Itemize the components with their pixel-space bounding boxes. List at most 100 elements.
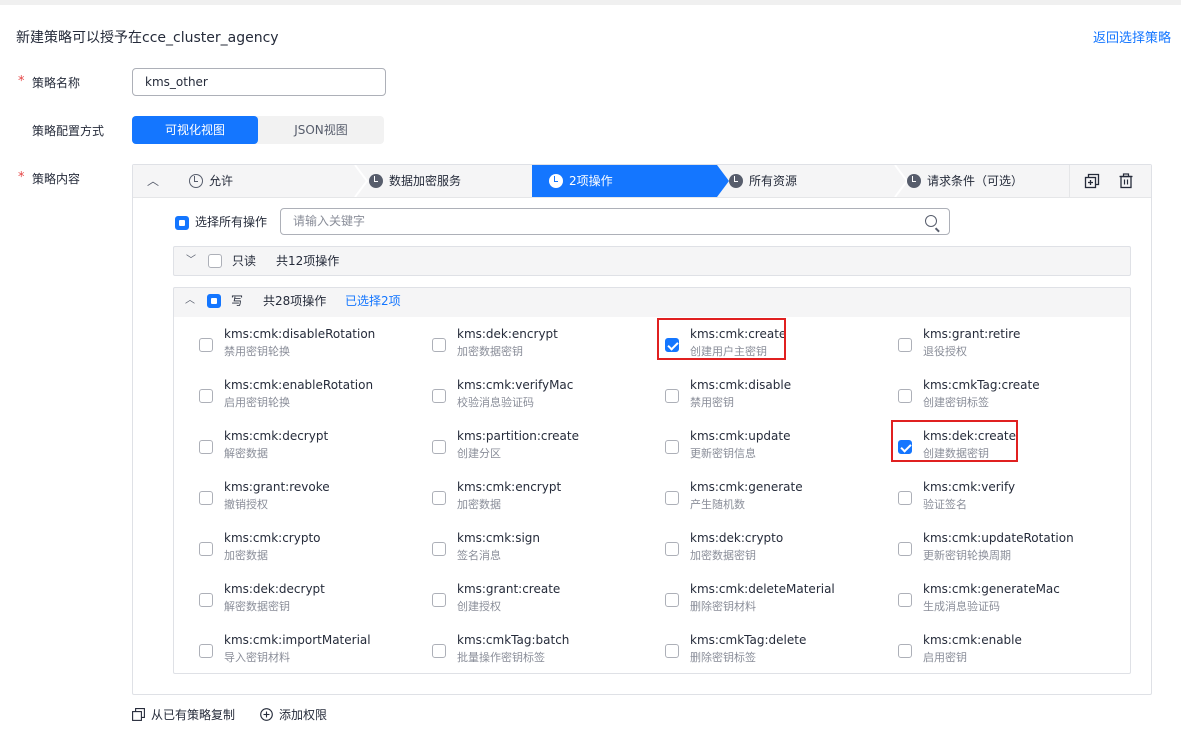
action-name: kms:cmk:generate	[690, 480, 803, 494]
add-circle-icon	[260, 708, 273, 721]
action-description: 创建密钥标签	[923, 396, 989, 409]
action-checkbox[interactable]	[665, 593, 679, 607]
action-checkbox[interactable]	[665, 644, 679, 658]
search-icon[interactable]	[925, 215, 937, 227]
action-checkbox[interactable]	[432, 542, 446, 556]
action-checkbox[interactable]	[898, 389, 912, 403]
action-checkbox[interactable]	[199, 440, 213, 454]
action-description: 加密数据密钥	[690, 549, 756, 562]
readonly-group-header[interactable]: ﹀ 只读 共12项操作	[173, 246, 1131, 276]
action-description: 导入密钥材料	[224, 651, 290, 664]
add-permission-link[interactable]: 添加权限	[260, 706, 327, 723]
action-item[interactable]: kms:grant:retire 退役授权	[898, 327, 1118, 367]
back-to-select-policy-link[interactable]: 返回选择策略	[1093, 27, 1171, 46]
action-description: 启用密钥轮换	[224, 396, 290, 409]
clock-icon	[549, 174, 563, 188]
copy-from-policy-link[interactable]: 从已有策略复制	[132, 706, 235, 723]
action-checkbox[interactable]	[432, 491, 446, 505]
action-item[interactable]: kms:cmk:enable 启用密钥	[898, 633, 1118, 673]
readonly-group-checkbox[interactable]	[208, 254, 222, 268]
copy-icon[interactable]	[1084, 173, 1100, 189]
action-item[interactable]: kms:cmkTag:create 创建密钥标签	[898, 378, 1118, 418]
action-name: kms:cmk:update	[690, 429, 791, 443]
action-checkbox[interactable]	[665, 440, 679, 454]
action-name: kms:cmkTag:batch	[457, 633, 570, 647]
action-checkbox[interactable]	[432, 338, 446, 352]
step-effect[interactable]: 允许	[189, 165, 233, 197]
clock-icon	[369, 174, 383, 188]
action-name: kms:grant:revoke	[224, 480, 330, 494]
action-item[interactable]: kms:cmk:enableRotation 启用密钥轮换	[199, 378, 419, 418]
action-item[interactable]: kms:cmkTag:batch 批量操作密钥标签	[432, 633, 652, 673]
visual-view-option[interactable]: 可视化视图	[132, 116, 258, 144]
action-item[interactable]: kms:dek:decrypt 解密数据密钥	[199, 582, 419, 622]
action-checkbox[interactable]	[898, 338, 912, 352]
step-service[interactable]: 数据加密服务	[369, 165, 461, 197]
select-all-actions[interactable]: 选择所有操作	[175, 213, 267, 230]
action-description: 校验消息验证码	[457, 396, 534, 409]
action-item[interactable]: kms:grant:revoke 撤销授权	[199, 480, 419, 520]
action-item[interactable]: kms:cmk:disableRotation 禁用密钥轮换	[199, 327, 419, 367]
action-description: 禁用密钥	[690, 396, 734, 409]
action-checkbox[interactable]	[665, 389, 679, 403]
action-item[interactable]: kms:cmk:encrypt 加密数据	[432, 480, 652, 520]
action-checkbox[interactable]	[898, 644, 912, 658]
action-name: kms:cmk:verify	[923, 480, 1016, 494]
action-description: 加密数据密钥	[457, 345, 523, 358]
action-item[interactable]: kms:cmk:sign 签名消息	[432, 531, 652, 571]
action-checkbox[interactable]	[432, 440, 446, 454]
action-description: 创建授权	[457, 600, 501, 613]
action-description: 撤销授权	[224, 498, 268, 511]
action-item[interactable]: kms:dek:encrypt 加密数据密钥	[432, 327, 652, 367]
action-name: kms:cmk:importMaterial	[224, 633, 371, 647]
action-checkbox[interactable]	[898, 593, 912, 607]
action-checkbox[interactable]	[898, 491, 912, 505]
action-item[interactable]: kms:cmk:generate 产生随机数	[665, 480, 885, 520]
action-item[interactable]: kms:cmk:crypto 加密数据	[199, 531, 419, 571]
action-item[interactable]: kms:cmk:decrypt 解密数据	[199, 429, 419, 469]
chevron-down-icon[interactable]: ﹀	[186, 247, 196, 275]
action-checkbox[interactable]	[199, 338, 213, 352]
action-item[interactable]: kms:cmk:update 更新密钥信息	[665, 429, 885, 469]
action-description: 签名消息	[457, 549, 501, 562]
step-actions[interactable]: 2项操作	[549, 165, 613, 197]
action-checkbox[interactable]	[199, 491, 213, 505]
action-checkbox[interactable]	[898, 542, 912, 556]
action-item[interactable]: kms:cmk:verify 验证签名	[898, 480, 1118, 520]
action-checkbox[interactable]	[199, 644, 213, 658]
action-name: kms:dek:crypto	[690, 531, 784, 545]
select-all-checkbox[interactable]	[175, 215, 189, 230]
action-checkbox[interactable]	[432, 593, 446, 607]
clock-icon	[729, 174, 743, 188]
chevron-up-icon[interactable]: ︿	[145, 173, 161, 189]
action-name: kms:cmk:enable	[923, 633, 1022, 647]
json-view-option[interactable]: JSON视图	[258, 116, 384, 144]
search-input[interactable]: 请输入关键字	[280, 208, 950, 235]
policy-steps-bar: ︿ 允许 数据加密服务 2项操作 所有资源 请求条件（可选）	[133, 165, 1151, 198]
action-checkbox[interactable]	[665, 542, 679, 556]
action-checkbox[interactable]	[432, 644, 446, 658]
clock-icon	[189, 174, 203, 188]
action-checkbox[interactable]	[432, 389, 446, 403]
action-item[interactable]: kms:grant:create 创建授权	[432, 582, 652, 622]
trash-icon[interactable]	[1118, 173, 1134, 189]
action-item[interactable]: kms:cmk:importMaterial 导入密钥材料	[199, 633, 419, 673]
action-item[interactable]: kms:cmk:deleteMaterial 删除密钥材料	[665, 582, 885, 622]
action-checkbox[interactable]	[199, 593, 213, 607]
action-item[interactable]: kms:dek:crypto 加密数据密钥	[665, 531, 885, 571]
action-item[interactable]: kms:cmk:updateRotation 更新密钥轮换周期	[898, 531, 1118, 571]
action-item[interactable]: kms:partition:create 创建分区	[432, 429, 652, 469]
action-checkbox[interactable]	[665, 491, 679, 505]
clock-icon	[907, 174, 921, 188]
action-checkbox[interactable]	[199, 389, 213, 403]
action-checkbox[interactable]	[199, 542, 213, 556]
action-name: kms:dek:encrypt	[457, 327, 558, 341]
action-item[interactable]: kms:cmk:generateMac 生成消息验证码	[898, 582, 1118, 622]
action-name: kms:cmk:disableRotation	[224, 327, 376, 341]
step-conditions[interactable]: 请求条件（可选）	[907, 165, 1023, 197]
action-item[interactable]: kms:cmk:disable 禁用密钥	[665, 378, 885, 418]
policy-name-input[interactable]: kms_other	[132, 68, 386, 96]
action-item[interactable]: kms:cmkTag:delete 删除密钥标签	[665, 633, 885, 673]
action-item[interactable]: kms:cmk:verifyMac 校验消息验证码	[432, 378, 652, 418]
step-resources[interactable]: 所有资源	[729, 165, 797, 197]
